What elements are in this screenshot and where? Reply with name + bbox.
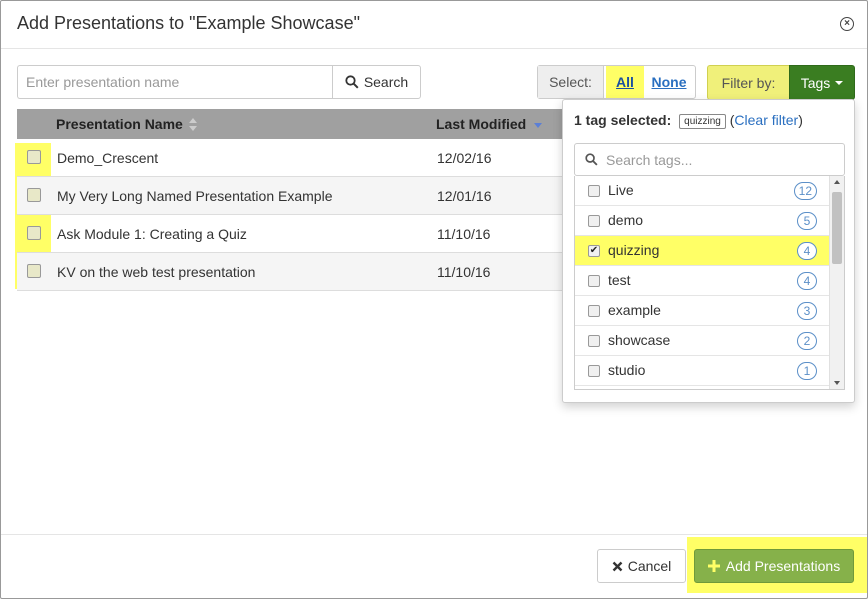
presentation-name: Ask Module 1: Creating a Quiz <box>57 226 247 242</box>
row-checkbox[interactable] <box>27 226 41 240</box>
table-row[interactable]: Ask Module 1: Creating a Quiz 11/10/16 <box>17 215 577 253</box>
tag-checkbox-checked[interactable]: ✔ <box>588 245 600 257</box>
tag-count-badge: 4 <box>797 242 817 260</box>
presentation-name: KV on the web test presentation <box>57 264 256 280</box>
tag-item[interactable]: example 3 <box>575 296 829 326</box>
last-modified-date: 12/02/16 <box>437 150 492 166</box>
search-icon <box>585 153 598 166</box>
table-row[interactable]: Demo_Crescent 12/02/16 <box>17 139 577 177</box>
tag-checkbox[interactable] <box>588 275 600 287</box>
tag-search-input[interactable] <box>606 151 826 168</box>
presentation-name: My Very Long Named Presentation Example <box>57 188 333 204</box>
table-row[interactable]: KV on the web test presentation 11/10/16 <box>17 253 577 291</box>
filter-label: Filter by: <box>707 65 789 100</box>
tag-checkbox[interactable] <box>588 215 600 227</box>
tags-dropdown-menu: 1 tag selected: quizzing (Clear filter) … <box>562 99 855 403</box>
tag-name: studio <box>608 362 646 378</box>
presentation-search-input[interactable] <box>17 65 333 99</box>
selected-tag-chip: quizzing <box>679 114 726 129</box>
tag-search-box <box>574 143 845 176</box>
close-x-icon <box>612 561 623 571</box>
tag-name: quizzing <box>608 242 660 258</box>
plus-icon <box>707 560 720 572</box>
tag-count-text: 1 tag selected: <box>574 112 672 128</box>
cancel-button[interactable]: Cancel <box>597 549 686 583</box>
column-header-last-modified[interactable]: Last Modified <box>436 116 543 132</box>
tag-name: showcase <box>608 332 671 348</box>
last-modified-date: 11/10/16 <box>437 226 491 242</box>
row-checkbox[interactable] <box>27 188 41 202</box>
select-label: Select: <box>538 66 604 98</box>
dialog-header: Add Presentations to "Example Showcase" … <box>1 1 867 49</box>
search-icon <box>345 75 359 89</box>
column-header-name[interactable]: Presentation Name <box>56 116 197 132</box>
caret-down-icon <box>835 80 844 85</box>
add-button-label: Add Presentations <box>725 558 841 574</box>
select-toggle-group: Select: All None <box>537 65 696 99</box>
tag-name: Live <box>608 182 634 198</box>
tag-checkbox[interactable] <box>588 365 600 377</box>
tag-item-selected[interactable]: ✔ quizzing 4 <box>575 236 829 266</box>
sort-icon <box>188 118 197 132</box>
tag-name: test <box>608 272 631 288</box>
tag-count-badge: 4 <box>797 272 817 290</box>
tag-count-badge: 2 <box>797 332 817 350</box>
cancel-button-label: Cancel <box>627 558 672 574</box>
add-presentations-button[interactable]: Add Presentations <box>694 549 854 583</box>
row-checkbox[interactable] <box>27 150 41 164</box>
search-button-label: Search <box>363 74 409 90</box>
tags-dropdown-button[interactable]: Tags <box>789 65 855 100</box>
sort-desc-icon <box>534 122 543 128</box>
last-modified-date: 11/10/16 <box>437 264 491 280</box>
presentation-name: Demo_Crescent <box>57 150 159 166</box>
row-checkbox[interactable] <box>27 264 41 278</box>
clear-filter-link[interactable]: Clear filter <box>734 112 798 128</box>
tag-checkbox[interactable] <box>588 335 600 347</box>
select-all-link[interactable]: All <box>606 66 644 98</box>
add-presentations-dialog: Add Presentations to "Example Showcase" … <box>0 0 868 599</box>
tag-item[interactable]: test 4 <box>575 266 829 296</box>
tag-list: Live 12 demo 5 ✔ quizzing 4 test 4 examp… <box>574 176 845 390</box>
clear-paren-close: ) <box>798 112 803 128</box>
tag-selection-summary: 1 tag selected: quizzing (Clear filter) <box>574 112 803 129</box>
tag-list-scrollbar[interactable] <box>829 176 844 389</box>
tag-item[interactable]: showcase 2 <box>575 326 829 356</box>
search-button[interactable]: Search <box>332 65 421 99</box>
scroll-up-arrow-icon[interactable] <box>834 180 840 184</box>
tag-checkbox[interactable] <box>588 185 600 197</box>
close-icon[interactable]: × <box>840 17 854 31</box>
select-none-link[interactable]: None <box>644 66 694 98</box>
table-row[interactable]: My Very Long Named Presentation Example … <box>17 177 577 215</box>
filter-group: Filter by: Tags <box>707 65 855 100</box>
tag-item[interactable]: Live 12 <box>575 176 829 206</box>
tag-count-badge: 1 <box>797 362 817 380</box>
scrollbar-thumb[interactable] <box>832 192 842 264</box>
tag-checkbox[interactable] <box>588 305 600 317</box>
tag-name: example <box>608 302 661 318</box>
scroll-down-arrow-icon[interactable] <box>834 381 840 385</box>
dialog-title: Add Presentations to "Example Showcase" <box>17 13 360 33</box>
table-header: Presentation Name Last Modified <box>17 109 577 139</box>
tag-count-badge: 12 <box>793 182 817 200</box>
tag-item[interactable]: studio 1 <box>575 356 829 386</box>
tags-button-label: Tags <box>800 74 831 91</box>
last-modified-date: 12/01/16 <box>437 188 492 204</box>
tag-count-badge: 3 <box>797 302 817 320</box>
tag-name: demo <box>608 212 644 228</box>
tag-count-badge: 5 <box>797 212 817 230</box>
tag-item[interactable]: demo 5 <box>575 206 829 236</box>
